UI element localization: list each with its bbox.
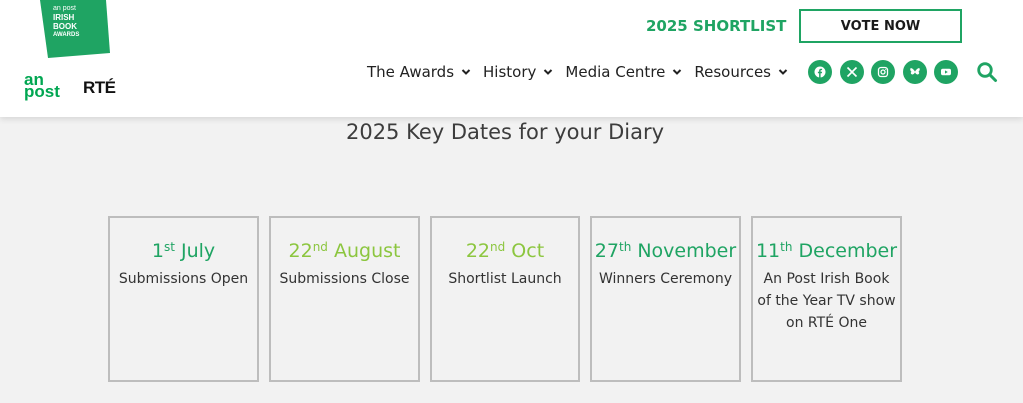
key-date-date: 1st July xyxy=(151,240,216,262)
instagram-icon[interactable] xyxy=(871,60,895,84)
key-date-card: 1st July Submissions Open xyxy=(108,216,259,382)
key-date-description: Shortlist Launch xyxy=(448,271,562,287)
key-dates-title: 2025 Key Dates for your Diary xyxy=(345,120,665,144)
key-date-date: 11th December xyxy=(755,240,898,262)
chevron-down-icon xyxy=(461,69,471,75)
key-date-date: 22nd August xyxy=(288,240,401,262)
site-header: an post IRISH BOOK AWARDS an post RTÉ 20… xyxy=(0,0,1023,117)
nav-item-media-centre[interactable]: Media Centre xyxy=(565,63,682,81)
key-date-card: 11th December An Post Irish Book of the … xyxy=(751,216,902,382)
x-icon[interactable] xyxy=(839,60,864,84)
an-post-logo[interactable]: an post xyxy=(24,71,60,100)
key-date-card: 22nd Oct Shortlist Launch xyxy=(430,216,580,382)
key-date-description: Submissions Close xyxy=(279,271,410,287)
chevron-down-icon xyxy=(544,69,553,75)
chevron-down-icon xyxy=(673,69,682,75)
key-date-description: An Post Irish Book of the Year TV show o… xyxy=(757,271,896,331)
main-nav: The Awards History Media Centre Resource… xyxy=(367,62,800,82)
facebook-icon[interactable] xyxy=(808,60,832,84)
bluesky-icon[interactable] xyxy=(902,60,927,84)
rte-logo[interactable]: RTÉ xyxy=(83,78,116,98)
chevron-down-icon xyxy=(778,69,788,75)
key-date-date: 27th November xyxy=(594,240,737,262)
irish-book-awards-logo[interactable]: an post IRISH BOOK AWARDS xyxy=(40,0,110,58)
social-links xyxy=(808,60,966,84)
key-date-description: Winners Ceremony xyxy=(598,271,733,287)
key-date-date: 22nd Oct xyxy=(465,240,545,262)
nav-item-the-awards[interactable]: The Awards xyxy=(367,63,471,81)
vote-now-button[interactable]: VOTE NOW xyxy=(799,9,962,43)
youtube-icon[interactable] xyxy=(934,60,958,84)
key-date-card: 22nd August Submissions Close xyxy=(269,216,420,382)
search-icon[interactable] xyxy=(976,61,998,83)
key-date-card: 27th November Winners Ceremony xyxy=(590,216,741,382)
logo-badge-text: an post IRISH BOOK AWARDS xyxy=(53,5,80,38)
shortlist-link[interactable]: 2025 SHORTLIST xyxy=(646,17,786,35)
key-date-description: Submissions Open xyxy=(118,271,249,287)
nav-item-history[interactable]: History xyxy=(483,63,553,81)
nav-item-resources[interactable]: Resources xyxy=(694,63,788,81)
